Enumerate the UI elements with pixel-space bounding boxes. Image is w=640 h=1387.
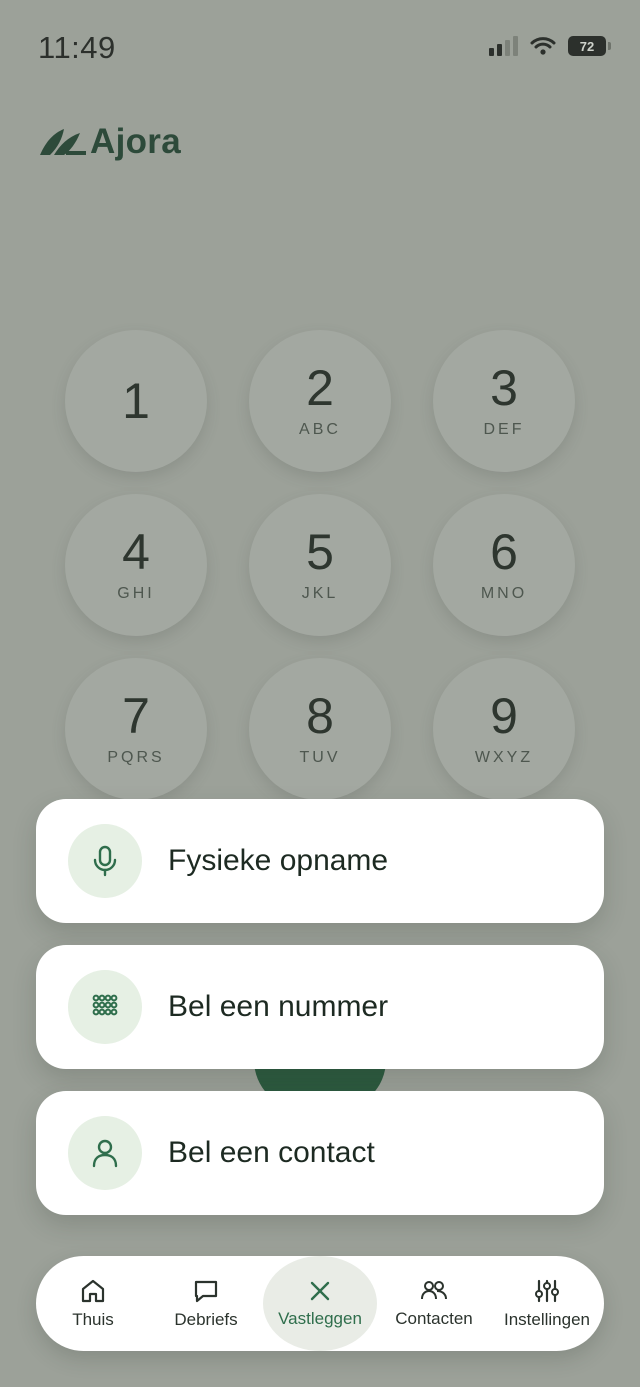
key-letters: DEF xyxy=(483,421,525,438)
brand-logo: Ajora xyxy=(40,122,181,162)
close-icon xyxy=(310,1281,330,1300)
brand-name: Ajora xyxy=(90,122,181,161)
key-letters: PQRS xyxy=(107,749,165,766)
chat-icon xyxy=(194,1280,218,1302)
key-letters: JKL xyxy=(301,585,339,602)
keypad-key-3[interactable]: 3 DEF xyxy=(433,330,575,472)
keypad-key-7[interactable]: 7 PQRS xyxy=(65,658,207,800)
nav-vastleggen[interactable]: Vastleggen xyxy=(263,1256,377,1351)
nav-contacten[interactable]: Contacten xyxy=(377,1256,491,1351)
nav-thuis[interactable]: Thuis xyxy=(36,1256,150,1351)
action-bel-een-contact[interactable]: Bel een contact xyxy=(36,1091,604,1215)
key-digit: 1 xyxy=(122,373,150,429)
nav-label: Debriefs xyxy=(174,1309,238,1329)
nav-debriefs[interactable]: Debriefs xyxy=(149,1256,263,1351)
keypad-key-9[interactable]: 9 WXYZ xyxy=(433,658,575,800)
keypad-key-2[interactable]: 2 ABC xyxy=(249,330,391,472)
ajora-logo-icon xyxy=(40,129,86,155)
key-letters: WXYZ xyxy=(474,749,534,766)
key-letters: MNO xyxy=(480,585,528,602)
cellular-signal-icon xyxy=(489,36,518,56)
microphone-icon xyxy=(68,824,142,898)
dialpad-icon xyxy=(68,970,142,1044)
key-digit: 8 xyxy=(306,688,334,744)
action-fysieke-opname[interactable]: Fysieke opname xyxy=(36,799,604,923)
nav-instellingen[interactable]: Instellingen xyxy=(490,1256,604,1351)
keypad-key-1[interactable]: 1 xyxy=(65,330,207,472)
key-letters: ABC xyxy=(299,421,341,438)
key-digit: 3 xyxy=(490,360,518,416)
action-label: Bel een contact xyxy=(168,1136,375,1169)
keypad-key-8[interactable]: 8 TUV xyxy=(249,658,391,800)
key-digit: 6 xyxy=(490,524,518,580)
key-letters: GHI xyxy=(117,585,155,602)
keypad-key-4[interactable]: 4 GHI xyxy=(65,494,207,636)
keypad-key-6[interactable]: 6 MNO xyxy=(433,494,575,636)
person-icon xyxy=(68,1116,142,1190)
bottom-navigation: Thuis Debriefs Vastleggen Contacten Inst… xyxy=(36,1256,604,1351)
home-icon xyxy=(81,1279,105,1302)
action-label: Bel een nummer xyxy=(168,990,389,1023)
status-indicators: 72 xyxy=(489,36,611,56)
key-digit: 9 xyxy=(490,688,518,744)
status-time: 11:49 xyxy=(38,30,116,65)
action-label: Fysieke opname xyxy=(168,844,389,877)
key-digit: 2 xyxy=(306,360,334,416)
nav-label: Contacten xyxy=(395,1308,473,1328)
sliders-icon xyxy=(535,1279,559,1302)
nav-label: Vastleggen xyxy=(278,1308,362,1328)
people-icon xyxy=(421,1280,447,1299)
key-digit: 5 xyxy=(306,524,334,580)
keypad-key-5[interactable]: 5 JKL xyxy=(249,494,391,636)
action-bel-een-nummer[interactable]: Bel een nummer xyxy=(36,945,604,1069)
nav-label: Instellingen xyxy=(503,1309,590,1329)
key-letters: TUV xyxy=(299,749,341,766)
key-digit: 7 xyxy=(122,688,150,744)
dimmed-background[interactable]: 11:49 72 Ajora 1 2 ABC 3 DEF 4 GHI 5 JKL… xyxy=(0,0,640,1387)
wifi-icon xyxy=(530,37,556,55)
key-digit: 4 xyxy=(122,524,150,580)
nav-label: Thuis xyxy=(72,1309,114,1329)
battery-indicator: 72 xyxy=(568,36,611,56)
